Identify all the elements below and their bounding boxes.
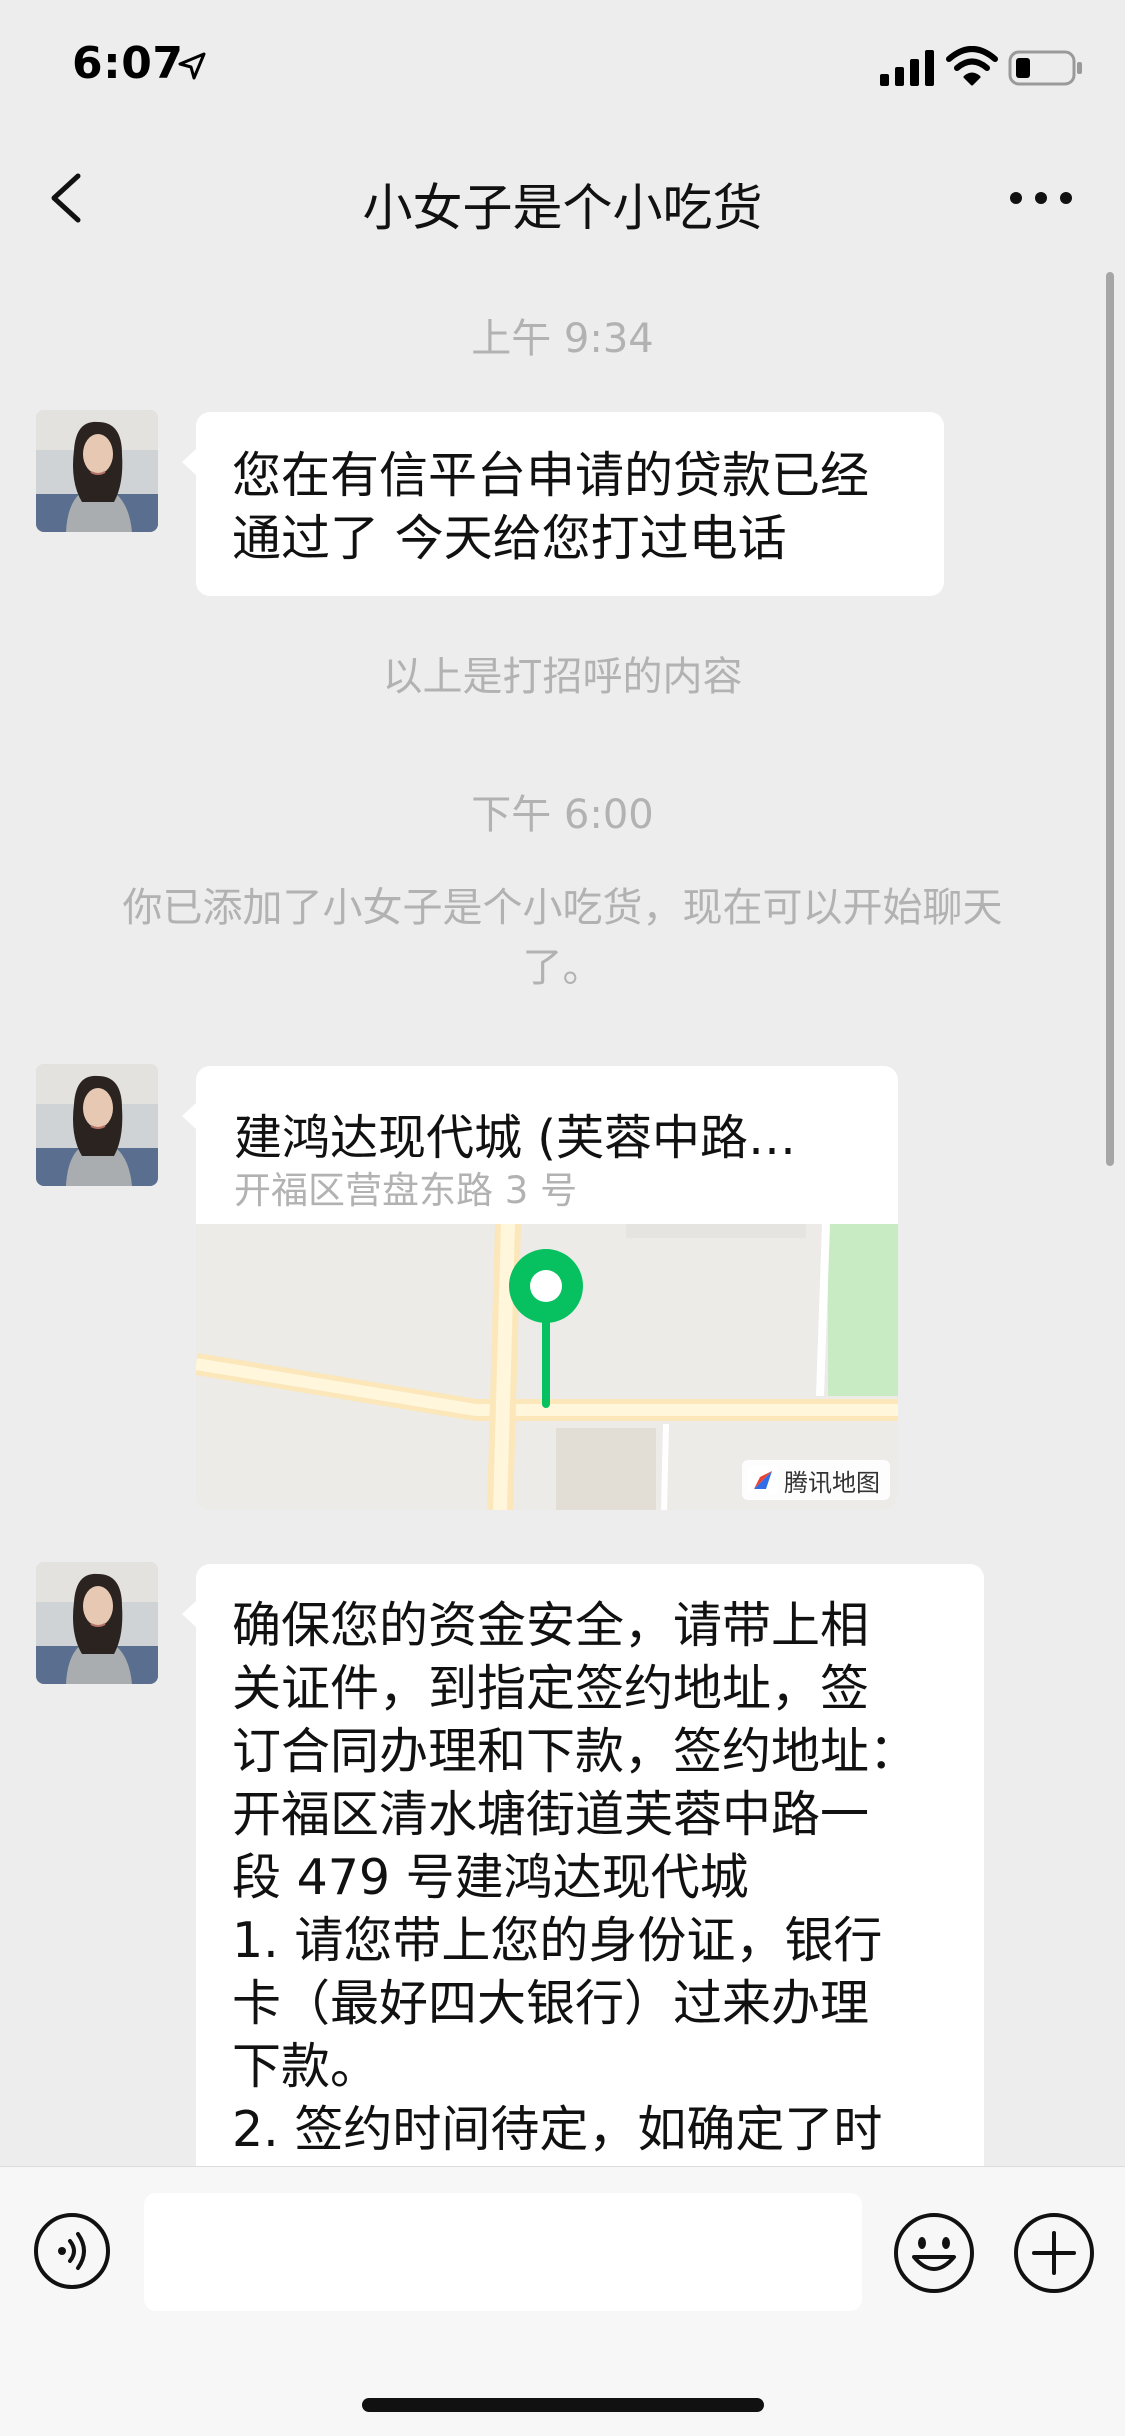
more-options-icon[interactable] [1006,174,1076,222]
friend-added-notice: 你已添加了小女子是个小吃货，现在可以开始聊天 了。 [122,885,1003,991]
wifi-icon [946,46,998,86]
map-provider-label: 腾讯地图 [784,1468,880,1497]
tencent-map-logo-icon [748,1465,778,1495]
chat-scrollbar[interactable] [1106,272,1114,1166]
timestamp: 上午 9:34 [471,316,654,362]
avatar[interactable] [36,1562,158,1684]
input-bar [0,2166,1125,2436]
status-time: 6:07 [72,38,184,89]
message-text: 您在有信平台申请的贷款已经 通过了 今天给您打过电话 [232,447,870,567]
chat-screen: 6:07 小女子是个小吃货 上午 9:34 您在有信平台申请的贷款已经 通过了 … [0,0,1125,2436]
location-address: 开福区营盘东路 3 号 [234,1169,578,1212]
emoji-icon[interactable] [892,2211,976,2295]
chat-title: 小女子是个小吃货 [362,179,763,237]
location-map[interactable]: 腾讯地图 [196,1224,898,1510]
location-card[interactable]: 建鸿达现代城 (芙蓉中路… 开福区营盘东路 3 号 腾讯地图 [182,1066,898,1510]
plus-icon[interactable] [1012,2211,1096,2295]
message-bubble[interactable]: 确保您的资金安全，请带上相 关证件，到指定签约地址，签 订合同办理和下款，签约地… [182,1564,984,2204]
nav-bar: 小女子是个小吃货 [0,132,1125,264]
avatar[interactable] [36,410,158,532]
location-arrow-icon [178,52,206,80]
greeting-note: 以上是打招呼的内容 [382,654,743,700]
home-indicator[interactable] [362,2398,764,2412]
timestamp: 下午 6:00 [471,792,654,838]
cellular-signal-icon [880,50,934,86]
battery-icon [1008,50,1082,86]
message-input[interactable] [144,2193,862,2311]
message-bubble[interactable]: 您在有信平台申请的贷款已经 通过了 今天给您打过电话 [182,412,944,596]
status-bar: 6:07 [0,0,1125,132]
back-arrow-icon[interactable] [40,162,100,234]
location-title: 建鸿达现代城 (芙蓉中路… [234,1110,796,1166]
avatar[interactable] [36,1064,158,1186]
message-text: 确保您的资金安全，请带上相 关证件，到指定签约地址，签 订合同办理和下款，签约地… [232,1597,919,2158]
map-provider-badge: 腾讯地图 [742,1460,890,1500]
voice-input-icon[interactable] [32,2211,112,2291]
